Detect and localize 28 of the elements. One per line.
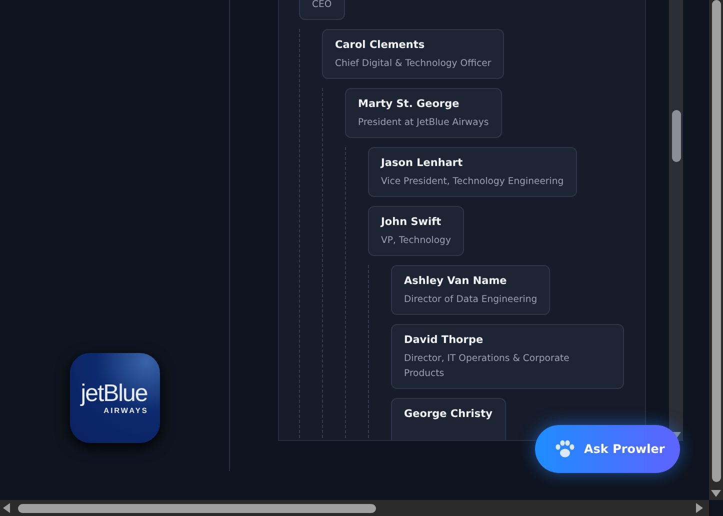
person-title: CEO	[312, 0, 332, 12]
person-title: Chief Digital & Technology Officer	[335, 57, 492, 71]
person-name: Carol Clements	[335, 38, 426, 53]
scrollbar[interactable]	[669, 0, 683, 441]
person-card[interactable]: John Swift VP, Technology	[368, 206, 464, 256]
person-title: Vice President, Technology Engineering	[381, 175, 564, 189]
person-name: John Swift	[381, 215, 442, 230]
person-card[interactable]: David Thorpe Director, IT Operations & Corporate Products	[391, 324, 624, 389]
person-name: David Thorpe	[404, 333, 484, 348]
person-name: George Christy	[404, 407, 492, 422]
person-card[interactable]: Ashley Van Name Director of Data Engineering	[391, 265, 550, 315]
person-name: Jason Lenhart	[381, 156, 464, 171]
page-scrollbar[interactable]	[709, 0, 723, 500]
person-name: Marty St. George	[358, 97, 460, 112]
horizontal-scrollbar[interactable]	[0, 500, 709, 516]
person-card[interactable]: Carol Clements Chief Digital & Technology Officer	[322, 29, 504, 79]
person-name: Ashley Van Name	[404, 274, 508, 289]
person-card[interactable]: George Christy	[391, 398, 506, 440]
person-card[interactable]: Marty St. George President at JetBlue Airways	[345, 88, 502, 138]
logo-wordmark: jetBlue	[80, 382, 148, 406]
person-card[interactable]: CEO	[299, 0, 345, 20]
person-title: Director, IT Operations & Corporate Products	[404, 352, 570, 381]
person-card[interactable]: Jason Lenhart Vice President, Technology Engineering	[368, 147, 577, 197]
person-title: Director of Data Engineering	[404, 293, 538, 307]
person-title: VP, Technology	[381, 234, 451, 248]
person-title: President at JetBlue Airways	[358, 116, 489, 130]
ask-assistant-button[interactable]: Ask Prowler	[535, 425, 680, 473]
paw-icon	[555, 440, 575, 458]
